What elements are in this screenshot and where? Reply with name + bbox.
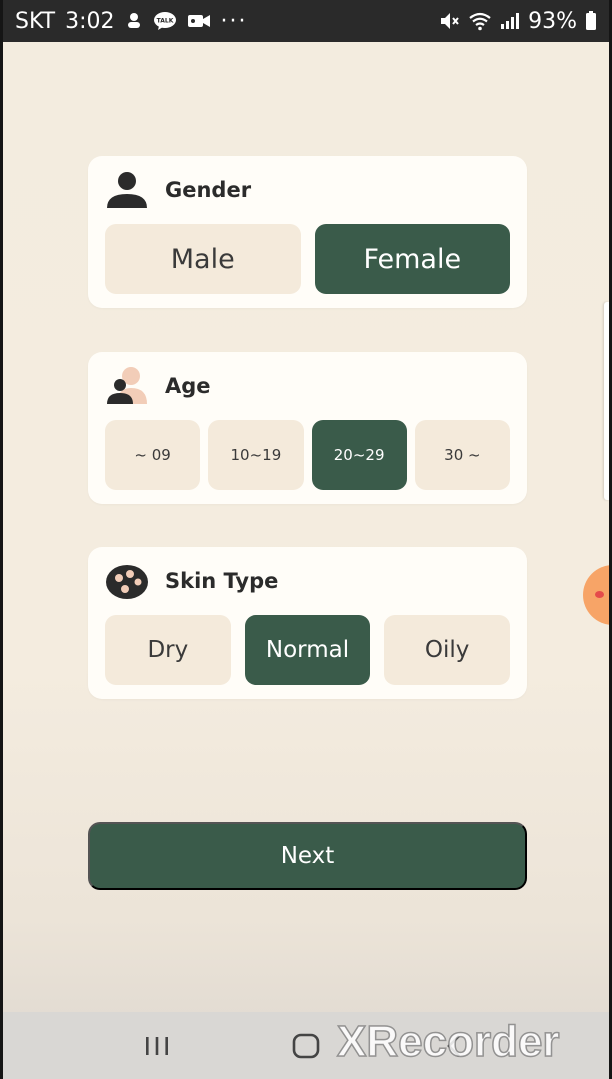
recorder-bubble-icon[interactable] — [583, 565, 609, 625]
kakaotalk-icon: TALK — [153, 11, 177, 31]
gender-option-female[interactable]: Female — [314, 224, 510, 294]
gender-header: Gender — [105, 170, 251, 210]
people-icon — [105, 366, 149, 406]
skin-type-title: Skin Type — [165, 569, 279, 593]
more-dots-icon: ··· — [220, 8, 248, 34]
age-option-30-plus[interactable]: 30 ~ — [414, 420, 510, 490]
battery-percent: 93% — [528, 8, 577, 34]
skin-type-header: Skin Type — [105, 561, 278, 601]
age-option-20-29[interactable]: 20~29 — [311, 420, 407, 490]
battery-icon — [585, 11, 597, 31]
skin-type-options: Dry Normal Oily — [105, 615, 511, 685]
gender-option-male[interactable]: Male — [105, 224, 301, 294]
skin-type-card: Skin Type Dry Normal Oily — [88, 547, 527, 699]
age-header: Age — [105, 366, 211, 406]
carrier-label: SKT — [15, 8, 56, 34]
skin-option-normal[interactable]: Normal — [244, 615, 371, 685]
recorder-watermark: XRecorder — [336, 1016, 560, 1067]
svg-text:TALK: TALK — [156, 18, 173, 25]
gender-title: Gender — [165, 178, 252, 202]
app-screen: SKT 3:02 TALK ··· 93% Gender Male Female… — [3, 0, 609, 1079]
home-icon[interactable] — [286, 1026, 326, 1066]
gender-card: Gender Male Female — [88, 156, 527, 308]
wifi-icon — [468, 11, 492, 31]
age-option-10-19[interactable]: 10~19 — [208, 420, 304, 490]
signal-icon — [500, 12, 520, 30]
palette-icon — [105, 561, 149, 601]
next-button[interactable]: Next — [88, 822, 527, 890]
age-card: Age ~ 09 10~19 20~29 30 ~ — [88, 352, 527, 504]
skin-option-dry[interactable]: Dry — [105, 615, 231, 685]
record-dot-icon — [595, 591, 604, 598]
age-title: Age — [165, 374, 211, 398]
person-icon — [105, 170, 149, 210]
age-options: ~ 09 10~19 20~29 30 ~ — [105, 420, 510, 490]
age-option-0-9[interactable]: ~ 09 — [105, 420, 201, 490]
clock: 3:02 — [65, 8, 115, 34]
recent-apps-icon[interactable] — [137, 1026, 177, 1066]
gender-options: Male Female — [105, 224, 510, 294]
mute-icon — [438, 10, 460, 32]
status-bar: SKT 3:02 TALK ··· 93% — [3, 0, 609, 42]
notification-icon — [125, 11, 143, 31]
edge-panel-handle[interactable] — [604, 302, 609, 500]
video-icon — [187, 12, 211, 30]
skin-option-oily[interactable]: Oily — [384, 615, 511, 685]
